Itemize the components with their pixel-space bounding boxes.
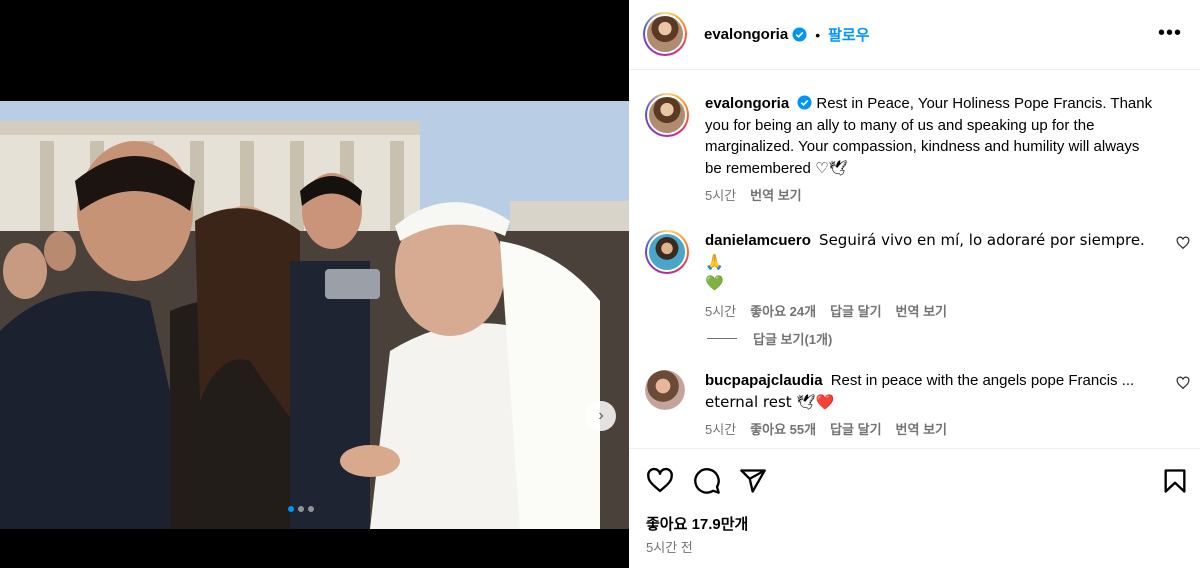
caption-username[interactable]: evalongoria (705, 95, 789, 112)
like-comment-heart-icon[interactable] (1176, 236, 1190, 250)
verified-icon (792, 27, 807, 42)
comment-time[interactable]: 5시간 (705, 301, 736, 323)
caption-time[interactable]: 5시간 (705, 185, 736, 207)
caption-emoji: ♡🕊 (815, 158, 848, 177)
commenter-avatar[interactable] (645, 230, 689, 274)
green-heart-emoji: 💚 (705, 274, 724, 292)
comment-time[interactable]: 5시간 (705, 419, 736, 441)
media-area: › (0, 0, 629, 568)
caption-entry: evalongoria Rest in Peace, Your Holiness… (645, 93, 1190, 203)
instagram-post-view: › evalongoria • 팔로우 ••• evalongoria Rest… (0, 0, 1200, 568)
comment-body: bucpapajclaudia Rest in peace with the a… (705, 370, 1154, 441)
comment-meta: 5시간 좋아요 24개 답글 달기 번역 보기 (705, 301, 1154, 323)
comment-text: Rest in peace with the angels pope Franc… (830, 372, 1135, 389)
reply-button[interactable]: 답글 달기 (830, 419, 881, 441)
commenter-username[interactable]: danielamcuero (705, 232, 811, 249)
separator-dot: • (815, 26, 821, 43)
post-header: evalongoria • 팔로우 ••• (629, 0, 1200, 70)
comment-likes[interactable]: 좋아요 55개 (750, 419, 816, 441)
more-options-icon[interactable]: ••• (1158, 22, 1182, 45)
view-replies-button[interactable]: 답글 보기(1개) (707, 329, 832, 348)
author-username[interactable]: evalongoria (704, 26, 788, 43)
follow-button[interactable]: 팔로우 (828, 24, 869, 45)
reply-button[interactable]: 답글 달기 (830, 301, 881, 323)
carousel-next-button[interactable]: › (586, 401, 616, 431)
caption-body: evalongoria Rest in Peace, Your Holiness… (705, 93, 1154, 207)
comment-item: danielamcuero Seguirá vivo en mí, lo ado… (645, 230, 1190, 319)
like-comment-heart-icon[interactable] (1176, 376, 1190, 390)
comment-text-line2: eternal rest 🕊❤️ (705, 392, 835, 411)
bookmark-icon[interactable] (1161, 467, 1189, 495)
action-bar: 좋아요 17.9만개 5시간 전 (629, 448, 1200, 568)
carousel-indicator (288, 506, 314, 512)
caption-meta: 5시간 번역 보기 (705, 185, 1154, 207)
caption-avatar[interactable] (645, 93, 689, 137)
share-icon[interactable] (739, 467, 767, 495)
replies-divider-line (707, 338, 737, 339)
post-photo[interactable]: › (0, 101, 629, 529)
translate-link[interactable]: 번역 보기 (896, 419, 947, 441)
commenter-avatar[interactable] (645, 370, 685, 410)
translate-link[interactable]: 번역 보기 (896, 301, 947, 323)
commenter-username[interactable]: bucpapajclaudia (705, 372, 823, 389)
comment-meta: 5시간 좋아요 55개 답글 달기 번역 보기 (705, 419, 1154, 441)
post-timestamp: 5시간 전 (646, 540, 693, 555)
header-user-row: evalongoria • 팔로우 (704, 24, 870, 45)
heart-icon[interactable] (646, 467, 674, 495)
comment-body: danielamcuero Seguirá vivo en mí, lo ado… (705, 230, 1154, 322)
author-avatar[interactable] (643, 12, 687, 56)
translate-link[interactable]: 번역 보기 (750, 185, 801, 207)
comment-item: bucpapajclaudia Rest in peace with the a… (645, 370, 1190, 448)
comment-icon[interactable] (693, 467, 721, 495)
carousel-dot (288, 506, 294, 512)
post-likes-count[interactable]: 좋아요 17.9만개 (646, 513, 748, 534)
post-details-panel: evalongoria • 팔로우 ••• evalongoria Rest i… (629, 0, 1200, 568)
chevron-right-icon: › (598, 407, 604, 424)
carousel-dot (308, 506, 314, 512)
carousel-dot (298, 506, 304, 512)
comments-list: evalongoria Rest in Peace, Your Holiness… (629, 71, 1200, 448)
view-replies-label: 답글 보기(1개) (753, 332, 833, 347)
comment-likes[interactable]: 좋아요 24개 (750, 301, 816, 323)
photo-illustration (0, 101, 629, 529)
verified-icon (797, 95, 812, 110)
